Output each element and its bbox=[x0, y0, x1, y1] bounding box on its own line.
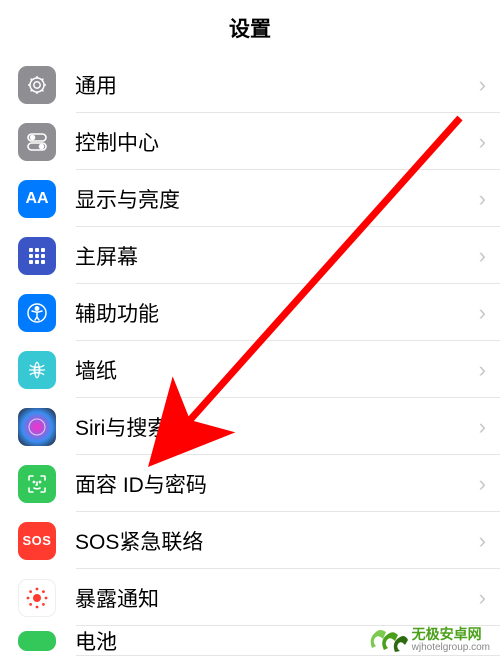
row-battery[interactable]: 电池 bbox=[0, 626, 500, 656]
row-home-screen[interactable]: 主屏幕 › bbox=[0, 227, 500, 284]
row-accessibility[interactable]: 辅助功能 › bbox=[0, 284, 500, 341]
sos-text: SOS bbox=[23, 533, 52, 548]
chevron-right-icon: › bbox=[479, 528, 486, 554]
exposure-icon bbox=[18, 579, 56, 617]
row-label: Siri与搜索 bbox=[75, 412, 479, 442]
row-label: 暴露通知 bbox=[75, 583, 479, 613]
row-general[interactable]: 通用 › bbox=[0, 56, 500, 113]
chevron-right-icon: › bbox=[479, 300, 486, 326]
wallpaper-icon bbox=[18, 351, 56, 389]
row-label: 通用 bbox=[75, 70, 479, 100]
chevron-right-icon: › bbox=[479, 129, 486, 155]
row-face-id-passcode[interactable]: 面容 ID与密码 › bbox=[0, 455, 500, 512]
chevron-right-icon: › bbox=[479, 471, 486, 497]
row-siri-search[interactable]: Siri与搜索 › bbox=[0, 398, 500, 455]
control-center-icon bbox=[18, 123, 56, 161]
chevron-right-icon: › bbox=[479, 72, 486, 98]
row-wallpaper[interactable]: 墙纸 › bbox=[0, 341, 500, 398]
accessibility-icon bbox=[18, 294, 56, 332]
home-screen-icon bbox=[18, 237, 56, 275]
row-exposure-notification[interactable]: 暴露通知 › bbox=[0, 569, 500, 626]
header: 设置 bbox=[0, 0, 500, 56]
siri-icon bbox=[18, 408, 56, 446]
row-emergency-sos[interactable]: SOS SOS紧急联络 › bbox=[0, 512, 500, 569]
row-label: 墙纸 bbox=[75, 355, 479, 385]
row-label: 辅助功能 bbox=[75, 298, 479, 328]
chevron-right-icon: › bbox=[479, 414, 486, 440]
row-label: 显示与亮度 bbox=[75, 184, 479, 214]
battery-icon bbox=[18, 631, 56, 651]
general-icon bbox=[18, 66, 56, 104]
row-label: 面容 ID与密码 bbox=[75, 469, 479, 499]
sos-icon: SOS bbox=[18, 522, 56, 560]
row-display-brightness[interactable]: AA 显示与亮度 › bbox=[0, 170, 500, 227]
chevron-right-icon: › bbox=[479, 186, 486, 212]
chevron-right-icon: › bbox=[479, 357, 486, 383]
display-icon: AA bbox=[18, 180, 56, 218]
chevron-right-icon: › bbox=[479, 243, 486, 269]
page-title: 设置 bbox=[229, 13, 271, 43]
face-id-icon bbox=[18, 465, 56, 503]
row-label: 主屏幕 bbox=[75, 241, 479, 271]
chevron-right-icon: › bbox=[479, 585, 486, 611]
settings-list: 通用 › 控制中心 › AA 显示与亮度 › 主屏幕 › 辅助功能 › 墙纸 bbox=[0, 56, 500, 656]
row-control-center[interactable]: 控制中心 › bbox=[0, 113, 500, 170]
row-label: SOS紧急联络 bbox=[75, 526, 479, 556]
row-label: 控制中心 bbox=[75, 127, 479, 157]
row-label: 电池 bbox=[75, 626, 486, 656]
